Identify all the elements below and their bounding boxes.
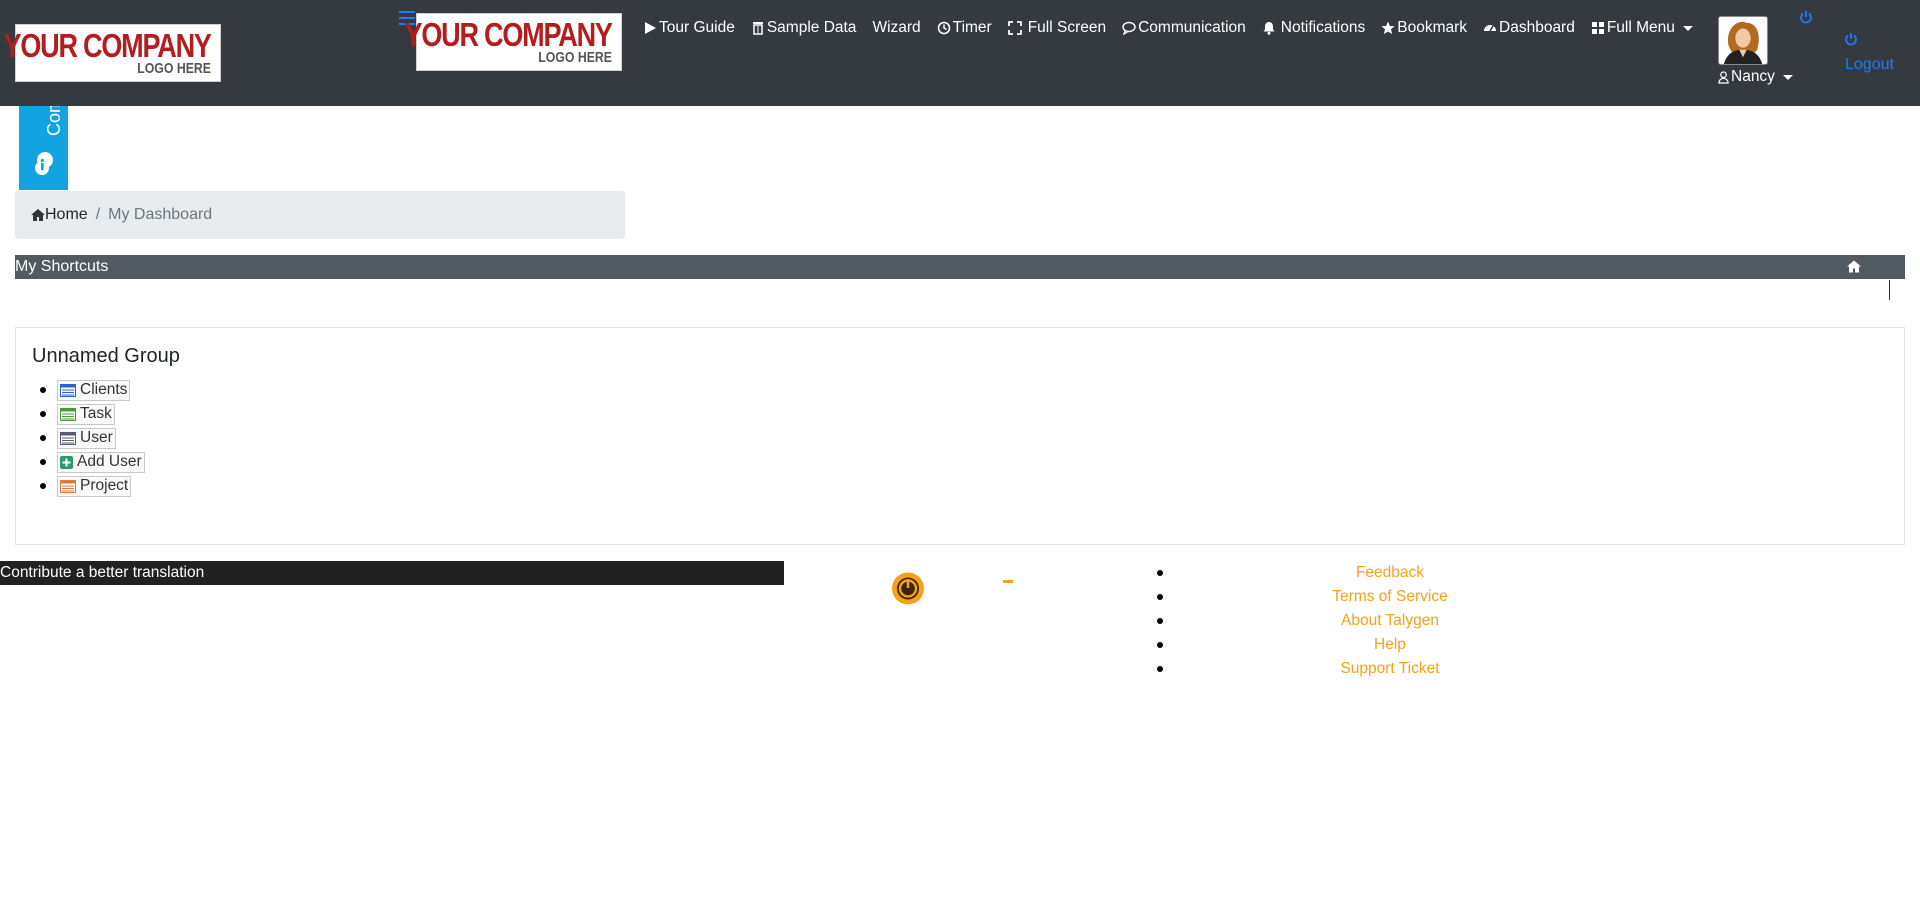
nav-label: Communication (1138, 19, 1246, 36)
nav-wizard[interactable]: Wizard (872, 19, 920, 37)
footer-dash (1003, 580, 1013, 583)
user-name-label: Nancy (1731, 68, 1775, 85)
nav-label: Notifications (1280, 19, 1366, 36)
list-item: Task (40, 402, 145, 426)
nav-label: Timer (952, 19, 992, 36)
list-item: Add User (40, 450, 145, 474)
power-icon[interactable] (1844, 32, 1858, 46)
nav-label: Full Screen (1027, 19, 1107, 36)
nav-timer[interactable]: Timer (937, 19, 992, 37)
shortcut-user[interactable]: User (57, 427, 116, 449)
footer-link-about[interactable]: About Talygen (1250, 609, 1530, 633)
group-title: Unnamed Group (32, 345, 180, 367)
nav-label: Tour Guide (659, 19, 735, 36)
shortcut-label: Task (80, 405, 112, 422)
user-icon (1718, 70, 1729, 84)
shortcut-project[interactable]: Project (57, 475, 132, 497)
shortcut-list: Clients Task User Add User Project (40, 378, 145, 498)
power-icon[interactable] (1799, 10, 1813, 24)
table-orange-icon (60, 479, 76, 493)
shortcuts-header: My Shortcuts (15, 255, 1905, 279)
star-icon (1381, 21, 1395, 34)
talygen-logo-icon[interactable] (889, 571, 927, 606)
shortcut-label: User (80, 429, 113, 446)
expand-icon (1007, 21, 1022, 35)
list-item: Clients (40, 378, 145, 402)
play-icon (645, 22, 656, 34)
nav-full-screen[interactable]: Full Screen (1007, 19, 1107, 37)
shortcut-label: Add User (77, 453, 142, 470)
shortcut-task[interactable]: Task (57, 403, 115, 425)
breadcrumb-current: My Dashboard (108, 206, 213, 223)
translate-banner[interactable]: Contribute a better translation (0, 561, 784, 585)
company-logo[interactable]: YOUR COMPANY LOGO HERE (4, 24, 221, 82)
clock-icon (937, 21, 950, 35)
list-item: About Talygen (1150, 609, 1530, 633)
footer-link-feedback[interactable]: Feedback (1250, 561, 1530, 585)
list-item: Feedback (1150, 561, 1530, 585)
breadcrumb-separator: / (95, 206, 101, 223)
top-nav-menu: Tour Guide Sample Data Wizard Timer Full… (643, 17, 1709, 39)
breadcrumb-home[interactable]: Home (31, 206, 88, 224)
breadcrumb: Home / My Dashboard (15, 191, 625, 239)
home-icon (31, 209, 45, 221)
shortcuts-title: My Shortcuts (15, 258, 109, 275)
user-menu[interactable]: Nancy (1718, 68, 1793, 86)
nav-label: Sample Data (766, 19, 857, 36)
chevron-down-icon (1782, 74, 1793, 80)
nav-notifications[interactable]: Notifications (1262, 19, 1365, 37)
bell-icon (1263, 22, 1275, 35)
shortcut-label: Project (80, 477, 129, 494)
chevron-down-icon (1682, 25, 1693, 31)
list-item: User (40, 426, 145, 450)
nav-full-menu[interactable]: Full Menu (1591, 19, 1693, 37)
footer-link-help[interactable]: Help (1250, 633, 1530, 657)
table-gray-icon (60, 431, 76, 445)
list-item: Help (1150, 633, 1530, 657)
chat-icon (1122, 21, 1136, 35)
logo-text: YOUR COMPANY (3, 26, 212, 64)
plus-box-icon (60, 455, 73, 469)
logo-text: YOUR COMPANY (404, 15, 613, 53)
table-blue-icon (60, 383, 76, 397)
dashboard-icon (1484, 25, 1497, 32)
footer-link-terms[interactable]: Terms of Service (1250, 585, 1530, 609)
grid-icon (1591, 22, 1604, 34)
user-photo-icon (1719, 17, 1767, 64)
shortcut-label: Clients (80, 381, 128, 398)
shortcut-clients[interactable]: Clients (57, 379, 131, 401)
nav-tour-guide[interactable]: Tour Guide (643, 19, 735, 37)
company-logo-center[interactable]: YOUR COMPANY LOGO HERE (405, 13, 622, 71)
chat-bubble-icon (35, 152, 53, 175)
nav-sample-data[interactable]: Sample Data (751, 19, 857, 37)
nav-bookmark[interactable]: Bookmark (1381, 19, 1467, 37)
nav-label: Wizard (872, 19, 921, 36)
breadcrumb-home-label: Home (45, 206, 88, 223)
logo-subtext: LOGO HERE (137, 59, 211, 77)
footer-links: Feedback Terms of Service About Talygen … (1150, 561, 1530, 681)
shortcut-add-user[interactable]: Add User (57, 451, 145, 473)
list-item: Project (40, 474, 145, 498)
logout-link[interactable]: Logout (1845, 56, 1894, 74)
nav-dashboard[interactable]: Dashboard (1483, 19, 1575, 37)
nav-label: Dashboard (1499, 19, 1575, 36)
trash-icon (752, 22, 763, 35)
nav-label: Bookmark (1397, 19, 1468, 36)
table-green-icon (60, 407, 76, 421)
text-cursor (1889, 280, 1890, 300)
footer-link-support-ticket[interactable]: Support Ticket (1250, 657, 1530, 681)
logo-subtext: LOGO HERE (538, 48, 612, 66)
communication-side-tab[interactable]: Communication (19, 106, 68, 190)
side-tab-label: Communication (44, 106, 65, 136)
list-item: Support Ticket (1150, 657, 1530, 681)
home-icon[interactable] (1847, 260, 1861, 273)
top-navbar: YOUR COMPANY LOGO HERE YOUR COMPANY LOGO… (0, 0, 1920, 106)
list-item: Terms of Service (1150, 585, 1530, 609)
nav-communication[interactable]: Communication (1122, 19, 1246, 37)
avatar[interactable] (1718, 16, 1768, 65)
nav-label: Full Menu (1606, 19, 1675, 36)
shortcut-group-panel: Unnamed Group Clients Task User Add User (15, 327, 1905, 545)
